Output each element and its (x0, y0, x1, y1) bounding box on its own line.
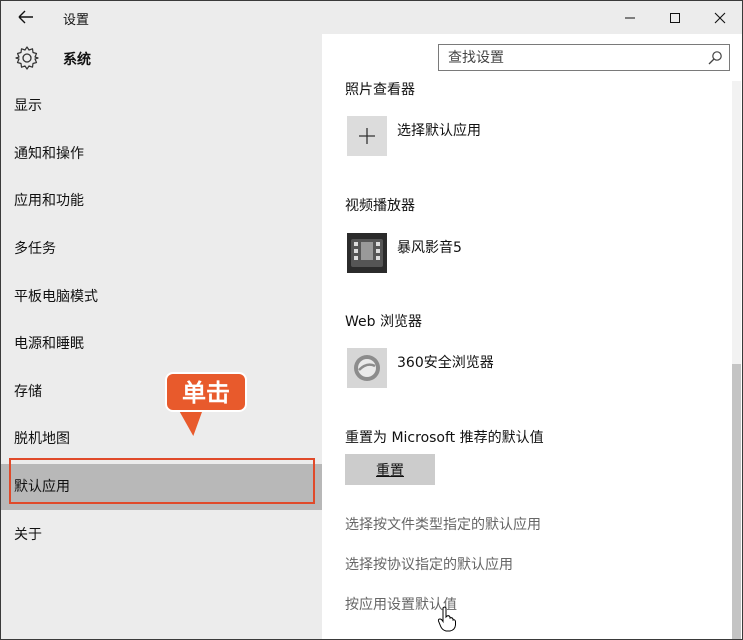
sidebar: 系统 显示 通知和操作 应用和功能 多任务 平板电脑模式 电源和睡眠 存储 脱机… (1, 34, 322, 639)
close-button[interactable] (697, 1, 743, 34)
reset-title: 重置为 Microsoft 推荐的默认值 (345, 430, 544, 446)
title-bar: 设置 (1, 1, 742, 34)
link-by-protocol[interactable]: 选择按协议指定的默认应用 (345, 554, 513, 574)
maximize-button[interactable] (652, 1, 698, 34)
sidebar-item-offline-maps[interactable]: 脱机地图 (1, 416, 322, 462)
hand-cursor-icon (437, 606, 456, 632)
click-callout: 单击 (165, 372, 247, 412)
search-input[interactable] (439, 45, 698, 70)
minimize-icon (625, 17, 635, 18)
video-player-app-label: 暴风影音5 (397, 240, 462, 256)
minimize-button[interactable] (607, 1, 653, 34)
web-browser-choice[interactable]: 360安全浏览器 (347, 348, 687, 388)
sidebar-item-power-sleep[interactable]: 电源和睡眠 (1, 321, 322, 367)
selection-highlight-outline (9, 458, 315, 504)
sidebar-item-notifications[interactable]: 通知和操作 (1, 131, 322, 177)
photo-viewer-title: 照片查看器 (345, 82, 415, 98)
sidebar-item-about[interactable]: 关于 (1, 512, 322, 558)
web-browser-app-label: 360安全浏览器 (397, 355, 494, 371)
gear-icon (15, 46, 39, 70)
sidebar-header: 系统 (1, 34, 322, 82)
scrollbar-thumb[interactable] (732, 364, 741, 639)
sidebar-item-storage[interactable]: 存储 (1, 369, 322, 415)
close-icon (714, 12, 726, 23)
film-icon (347, 233, 387, 273)
photo-viewer-choice[interactable]: 选择默认应用 (347, 116, 687, 156)
sidebar-title: 系统 (63, 52, 91, 68)
browser-icon (347, 348, 387, 388)
callout-pointer (178, 410, 208, 436)
video-player-title: 视频播放器 (345, 198, 415, 214)
plus-icon (347, 116, 387, 156)
reset-button[interactable]: 重置 (345, 454, 435, 485)
search-icon[interactable] (707, 50, 723, 66)
sidebar-item-multitasking[interactable]: 多任务 (1, 226, 322, 272)
window-title: 设置 (63, 13, 90, 28)
photo-viewer-app-label: 选择默认应用 (397, 123, 481, 139)
back-button[interactable] (15, 7, 37, 27)
main-content: 照片查看器 选择默认应用 视频播放器 暴风影音5 Web 浏览器 360安全浏览… (323, 81, 723, 639)
web-browser-title: Web 浏览器 (345, 314, 422, 330)
search-box[interactable] (438, 44, 730, 71)
back-arrow-icon (18, 10, 33, 24)
video-player-choice[interactable]: 暴风影音5 (347, 233, 687, 273)
sidebar-item-apps-features[interactable]: 应用和功能 (1, 178, 322, 224)
maximize-icon (670, 12, 680, 23)
settings-window: 设置 系统 显示 通知和操作 应用和功能 多任务 平板电脑模式 电源和睡眠 存储… (0, 0, 743, 640)
sidebar-item-tablet-mode[interactable]: 平板电脑模式 (1, 274, 322, 320)
sidebar-item-display[interactable]: 显示 (1, 83, 322, 129)
link-by-file-type[interactable]: 选择按文件类型指定的默认应用 (345, 514, 541, 534)
